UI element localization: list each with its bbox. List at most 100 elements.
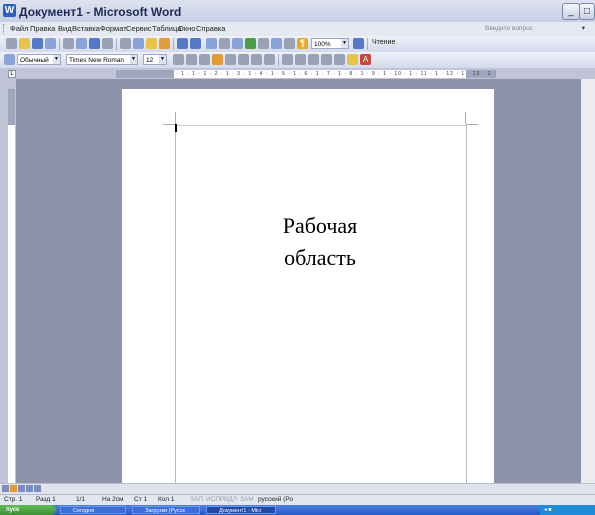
status-line: Ст 1 xyxy=(134,496,148,503)
toolbar-separator xyxy=(173,38,174,50)
workspace-label-line1: Рабочая xyxy=(282,213,358,238)
chevron-down-icon[interactable]: ▼ xyxy=(53,55,60,64)
increase-indent-icon[interactable] xyxy=(321,54,332,65)
status-overtype[interactable]: ЗАМ xyxy=(240,496,254,503)
tab-selector[interactable]: L xyxy=(8,70,16,78)
maximize-button[interactable]: □ xyxy=(579,3,595,20)
document-map-icon[interactable] xyxy=(284,38,295,49)
minimize-button[interactable]: _ xyxy=(562,3,580,20)
columns-icon[interactable] xyxy=(258,38,269,49)
hyperlink-icon[interactable] xyxy=(206,38,217,49)
reading-mode-button[interactable]: Чтение xyxy=(372,39,395,46)
taskbar-item-active[interactable]: Документ1 - Micr xyxy=(206,506,276,514)
word-app-icon[interactable]: W xyxy=(3,4,16,17)
font-select[interactable]: Times New Roman ▼ xyxy=(66,54,138,65)
normal-view-icon[interactable] xyxy=(2,485,9,492)
workspace-label-line2: область xyxy=(284,245,356,270)
menu-window[interactable]: Окно xyxy=(178,24,195,33)
paste-icon[interactable] xyxy=(146,38,157,49)
toolbar-separator xyxy=(367,38,368,50)
taskbar-item[interactable]: Сегодня xyxy=(60,506,126,514)
zoom-select[interactable]: 100% ▼ xyxy=(311,38,349,49)
crop-mark xyxy=(175,112,176,124)
underline-icon[interactable] xyxy=(199,54,210,65)
formatting-toolbar: Обычный ▼ Times New Roman ▼ 12 ▼ A xyxy=(0,52,595,69)
print-preview-icon[interactable] xyxy=(76,38,87,49)
cut-icon[interactable] xyxy=(120,38,131,49)
vertical-ruler[interactable] xyxy=(5,79,16,483)
drawing-icon[interactable] xyxy=(271,38,282,49)
insert-table-icon[interactable] xyxy=(232,38,243,49)
format-painter-icon[interactable] xyxy=(159,38,170,49)
help-icon[interactable] xyxy=(353,38,364,49)
justify-icon[interactable] xyxy=(251,54,262,65)
style-select[interactable]: Обычный ▼ xyxy=(17,54,61,65)
view-buttons-bar xyxy=(0,483,595,494)
horizontal-ruler[interactable]: · 1 · 1 · 1 · 2 · 1 · 3 · 1 · 4 · 1 · 5 … xyxy=(116,70,496,78)
crop-mark xyxy=(466,124,478,125)
menu-table[interactable]: Таблица xyxy=(152,24,181,33)
windows-taskbar: пуск Сегодня Загрузки (Русск Документ1 -… xyxy=(0,505,595,515)
menu-insert[interactable]: Вставка xyxy=(72,24,100,33)
menu-file[interactable]: Файл xyxy=(10,24,28,33)
outline-view-icon[interactable] xyxy=(26,485,33,492)
bold-icon[interactable] xyxy=(173,54,184,65)
open-folder-icon[interactable] xyxy=(19,38,30,49)
align-center-icon[interactable] xyxy=(225,54,236,65)
menu-format[interactable]: Формат xyxy=(100,24,127,33)
text-boundary xyxy=(175,125,467,484)
border-icon[interactable] xyxy=(334,54,345,65)
undo-icon[interactable] xyxy=(177,38,188,49)
print-layout-icon[interactable] xyxy=(18,485,25,492)
standard-toolbar: ¶ 100% ▼ Чтение xyxy=(0,36,595,53)
status-position: На 2см xyxy=(102,496,124,503)
menu-tools[interactable]: Сервис xyxy=(126,24,152,33)
taskbar-item[interactable]: Загрузки (Русск xyxy=(132,506,200,514)
toolbar-separator xyxy=(59,38,60,50)
font-size-select[interactable]: 12 ▼ xyxy=(143,54,167,65)
permission-icon[interactable] xyxy=(45,38,56,49)
tables-borders-icon[interactable] xyxy=(219,38,230,49)
font-size-value: 12 xyxy=(146,57,154,64)
insert-excel-icon[interactable] xyxy=(245,38,256,49)
highlight-icon[interactable] xyxy=(347,54,358,65)
font-color-icon[interactable]: A xyxy=(360,54,371,65)
reading-view-icon[interactable] xyxy=(34,485,41,492)
copy-icon[interactable] xyxy=(133,38,144,49)
title-bar: W Документ1 - Microsoft Word _ □ xyxy=(0,0,595,23)
line-spacing-icon[interactable] xyxy=(264,54,275,65)
italic-icon[interactable] xyxy=(186,54,197,65)
web-view-icon[interactable] xyxy=(10,485,17,492)
help-search-box[interactable]: Введите вопрос ▾ xyxy=(485,24,585,34)
status-track[interactable]: ИСПР xyxy=(206,496,224,503)
chevron-down-icon[interactable]: ▾ xyxy=(582,24,585,34)
redo-icon[interactable] xyxy=(190,38,201,49)
status-column: Кол 1 xyxy=(158,496,175,503)
decrease-indent-icon[interactable] xyxy=(308,54,319,65)
menubar-grip[interactable] xyxy=(3,24,7,34)
chevron-down-icon[interactable]: ▼ xyxy=(130,55,137,64)
start-button[interactable]: пуск xyxy=(0,505,56,515)
numbering-icon[interactable] xyxy=(282,54,293,65)
save-icon[interactable] xyxy=(32,38,43,49)
menu-view[interactable]: Вид xyxy=(58,24,72,33)
chevron-down-icon[interactable]: ▼ xyxy=(341,39,348,48)
align-left-icon[interactable] xyxy=(212,54,223,65)
status-extend[interactable]: ВДЛ xyxy=(224,496,237,503)
system-tray[interactable]: ◂ ■ xyxy=(540,505,595,515)
toolbar-separator xyxy=(278,54,279,66)
styles-pane-icon[interactable] xyxy=(4,54,15,65)
help-search-placeholder: Введите вопрос xyxy=(485,25,533,32)
vertical-scrollbar[interactable] xyxy=(581,79,595,483)
new-document-icon[interactable] xyxy=(6,38,17,49)
show-hide-pilcrow-icon[interactable]: ¶ xyxy=(297,38,308,49)
bullets-icon[interactable] xyxy=(295,54,306,65)
menu-help[interactable]: Справка xyxy=(196,24,225,33)
print-icon[interactable] xyxy=(63,38,74,49)
align-right-icon[interactable] xyxy=(238,54,249,65)
spelling-icon[interactable] xyxy=(89,38,100,49)
research-icon[interactable] xyxy=(102,38,113,49)
chevron-down-icon[interactable]: ▼ xyxy=(159,55,166,64)
status-record[interactable]: ЗАП xyxy=(190,496,203,503)
menu-edit[interactable]: Правка xyxy=(30,24,55,33)
